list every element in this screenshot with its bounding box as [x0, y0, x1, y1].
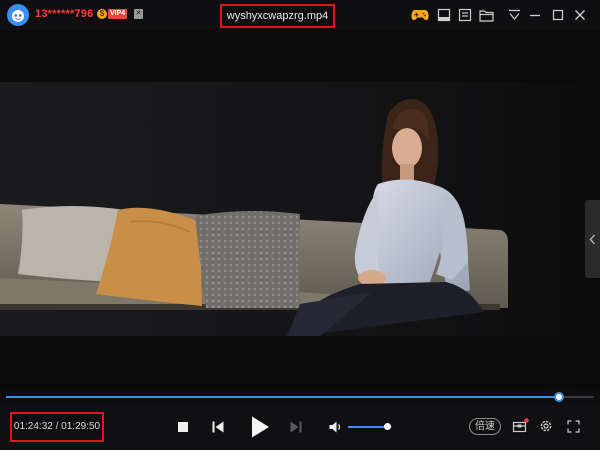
previous-button[interactable]	[209, 418, 227, 436]
current-time: 01:24:32	[13, 421, 53, 432]
progress-bar[interactable]	[6, 392, 594, 402]
vip-badge[interactable]: VIP4	[108, 9, 128, 19]
username[interactable]: 13******796	[35, 8, 93, 20]
settings-button[interactable]	[537, 417, 555, 435]
close-icon[interactable]	[571, 6, 589, 24]
volume-fill	[348, 426, 387, 428]
user-avatar-icon	[12, 10, 24, 22]
title-bar: 13******796 $ VIP4 ✕ wyshyxcwapzrg.mp4	[0, 0, 600, 30]
stop-icon	[178, 422, 188, 432]
speed-button[interactable]: 倍速	[469, 418, 501, 435]
progress-fill	[6, 396, 560, 398]
maximize-icon[interactable]	[549, 6, 567, 24]
settings-icon	[540, 420, 552, 432]
time-separator: /	[55, 421, 59, 432]
fullscreen-button[interactable]	[564, 417, 582, 435]
chevron-left-icon	[589, 234, 595, 244]
toolbox-icon	[512, 418, 529, 433]
file-title: wyshyxcwapzrg.mp4	[220, 4, 335, 28]
folder-icon[interactable]	[477, 6, 495, 24]
time-display: 01:24:32 / 01:29:50	[10, 412, 104, 442]
play-icon	[252, 416, 269, 438]
total-time: 01:29:50	[61, 421, 101, 432]
volume-handle[interactable]	[383, 423, 391, 430]
play-button[interactable]	[247, 413, 273, 441]
toolbox-button[interactable]	[509, 416, 531, 436]
progress-handle[interactable]	[554, 392, 565, 402]
video-frame	[0, 82, 600, 336]
previous-icon	[212, 421, 224, 433]
volume-slider[interactable]	[348, 423, 392, 430]
fullscreen-icon	[566, 419, 580, 433]
mini-mode-icon[interactable]	[435, 6, 453, 24]
gamepad-icon[interactable]	[411, 6, 429, 24]
vip-coin-icon: $	[97, 9, 107, 19]
volume-icon	[329, 421, 340, 433]
next-icon	[290, 421, 302, 433]
menu-icon[interactable]	[505, 6, 523, 24]
side-panel-toggle[interactable]	[585, 200, 600, 278]
playlist-icon[interactable]	[456, 6, 474, 24]
control-bar: 01:24:32 / 01:29:50 倍速	[0, 404, 600, 450]
volume-button[interactable]	[327, 419, 343, 435]
stop-button[interactable]	[174, 418, 192, 436]
minimize-icon[interactable]	[526, 6, 544, 24]
next-button[interactable]	[287, 418, 305, 436]
video-area[interactable]	[0, 30, 600, 390]
vip-extra-badge: ✕	[134, 9, 143, 19]
avatar[interactable]	[7, 4, 29, 26]
